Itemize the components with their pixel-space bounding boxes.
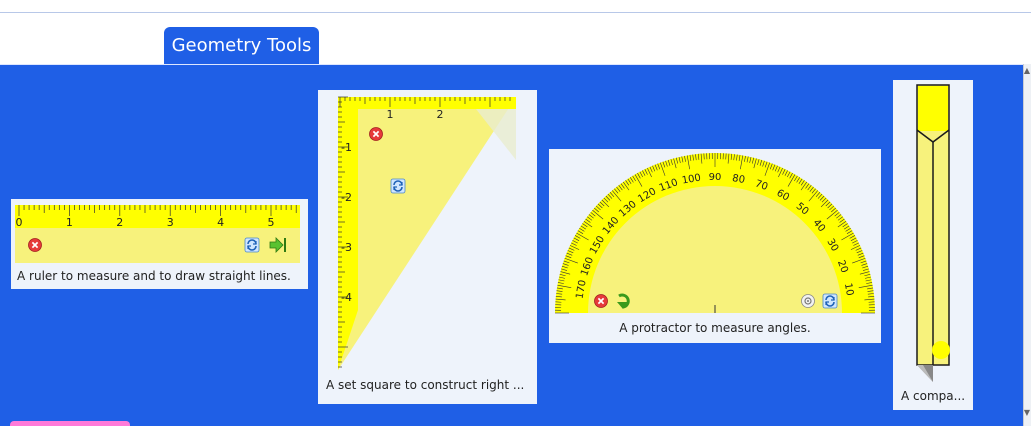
ruler-tick-label: 3 (167, 216, 174, 229)
top-tick-label: 1 (387, 108, 394, 121)
set-square-card[interactable]: 1 2 -1 -2 -3 -4 A set square to construct rig… (318, 90, 537, 404)
side-tick-label: -2 (341, 191, 352, 204)
vertical-scrollbar[interactable] (1023, 64, 1031, 426)
scroll-up-icon[interactable]: ▲ (1023, 66, 1031, 76)
protractor-label: 90 (709, 172, 722, 183)
protractor-tool[interactable]: 1020304050607080901001101201301401501601… (549, 149, 881, 317)
set-square-caption: A set square to construct right ... (326, 378, 525, 392)
geometry-tools-window: Geometry Tools 012345 A ruler to measure (0, 0, 1031, 426)
ruler-tick-label: 5 (268, 216, 275, 229)
tab-label: Geometry Tools (171, 35, 312, 56)
ruler-tick-label: 0 (16, 216, 23, 229)
protractor-label: 10 (842, 282, 855, 296)
compass-tool[interactable] (893, 80, 973, 385)
ruler-caption: A ruler to measure and to draw straight … (17, 269, 291, 283)
ruler-tick-label: 4 (217, 216, 224, 229)
pink-tab-edge (10, 421, 130, 426)
side-tick-label: -1 (341, 141, 352, 154)
close-icon[interactable] (594, 294, 608, 308)
scroll-down-icon[interactable]: ▼ (1023, 408, 1031, 418)
tab-geometry-tools[interactable]: Geometry Tools (164, 27, 319, 67)
close-icon[interactable] (28, 238, 42, 252)
ruler-tick-label: 1 (66, 216, 73, 229)
ruler-tool[interactable]: 0 1 2 3 4 5 (11, 199, 308, 265)
side-tick-label: -4 (341, 291, 352, 304)
close-icon[interactable] (369, 127, 383, 141)
compass-caption: A compa... (901, 389, 966, 403)
top-tick-label: 2 (437, 108, 444, 121)
protractor-card[interactable]: 10 20 30 40 50 60 70 80 90 100 110 120 130 140 150 160 1… (549, 149, 881, 343)
ruler-tick-label: 2 (116, 216, 123, 229)
rotate-icon[interactable] (822, 293, 838, 309)
top-border (0, 12, 1031, 13)
side-tick-label: -3 (341, 241, 352, 254)
protractor-caption: A protractor to measure angles. (619, 321, 811, 335)
ruler-card[interactable]: 0 1 2 3 4 5 A ruler to measure and to draw st… (11, 199, 308, 289)
rotate-icon[interactable] (244, 237, 260, 253)
protractor-label: 80 (731, 173, 745, 186)
zoom-icon[interactable] (801, 294, 815, 308)
set-square-tool[interactable]: 1 2 -1 -2 -3 -4 (318, 90, 537, 375)
rotate-icon[interactable] (390, 178, 406, 194)
compass-card[interactable]: A compa... (893, 80, 973, 410)
